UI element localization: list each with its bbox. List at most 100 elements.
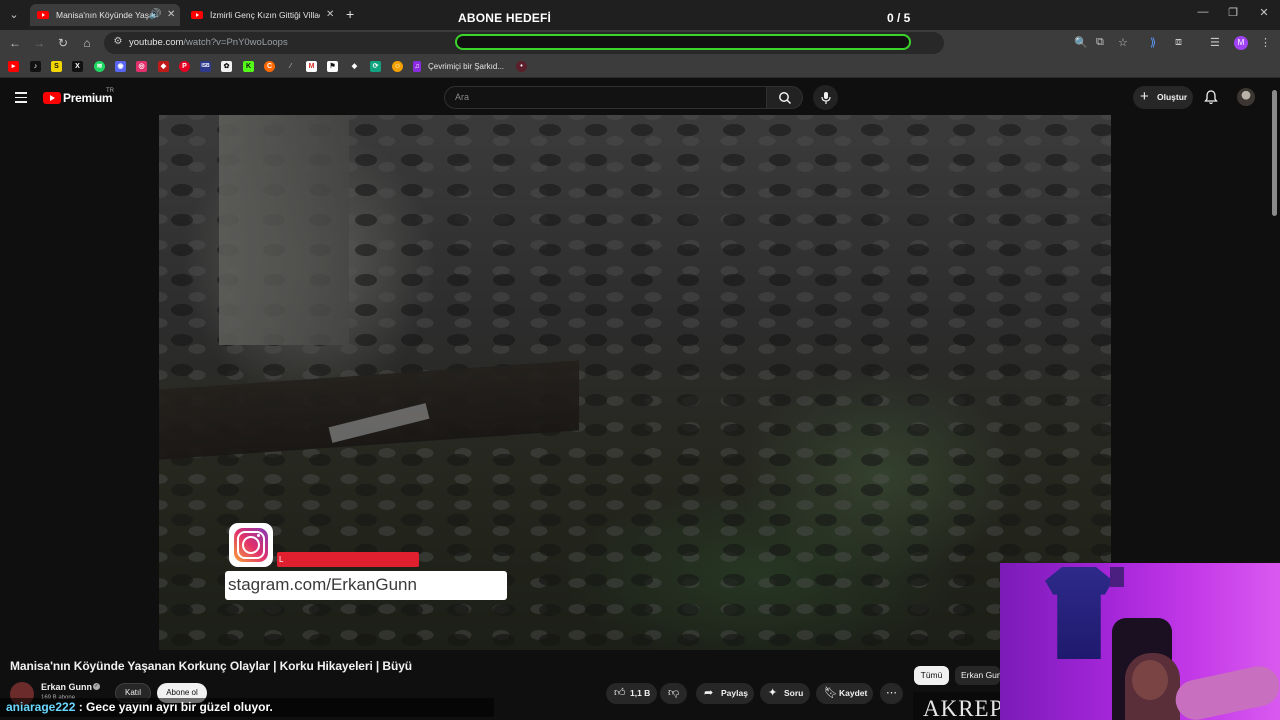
subscriber-goal-title: ABONE HEDEFİ bbox=[458, 11, 552, 25]
webcam-poster bbox=[1110, 567, 1124, 587]
bookmark-yellow-icon[interactable]: ☺ bbox=[392, 61, 403, 72]
more-actions-button[interactable]: ⋯ bbox=[880, 683, 903, 704]
youtube-logo-icon[interactable] bbox=[43, 92, 61, 104]
tab-title: İzmirli Genç Kızın Gittiği Villada bbox=[210, 10, 320, 20]
video-title: Manisa'nın Köyünde Yaşanan Korkunç Olayl… bbox=[10, 659, 413, 673]
forward-icon[interactable]: → bbox=[31, 36, 47, 50]
page-scrollbar[interactable] bbox=[1272, 90, 1277, 216]
bookmark-green-icon[interactable]: ⟳ bbox=[370, 61, 381, 72]
browser-menu-icon[interactable]: ⋮ bbox=[1260, 36, 1271, 49]
related-video-thumbnail-text[interactable]: AKREP bbox=[913, 692, 1003, 720]
youtube-favicon-icon bbox=[37, 11, 49, 19]
search-icon bbox=[779, 92, 792, 105]
bookmark-kick-icon[interactable]: K bbox=[243, 61, 254, 72]
bookmark-instagram-icon[interactable]: ◎ bbox=[136, 61, 147, 72]
tab-close-icon[interactable]: ✕ bbox=[326, 4, 334, 26]
bookmark-orange-icon[interactable]: C bbox=[264, 61, 275, 72]
like-count: 1,1 B bbox=[630, 688, 651, 698]
url-host: youtube.com bbox=[129, 37, 184, 48]
account-avatar[interactable] bbox=[1237, 88, 1255, 106]
thumbs-down-icon: 👎︎ bbox=[668, 687, 680, 699]
bookmark-dark-icon[interactable]: ⚑ bbox=[327, 61, 338, 72]
guide-menu-icon[interactable] bbox=[15, 92, 27, 103]
instagram-red-bar: L bbox=[277, 552, 419, 567]
stream-chat-message: aniarage222 : Gece yayını ayrı bir güzel… bbox=[0, 698, 494, 717]
ask-button[interactable]: ✦ Soru bbox=[760, 683, 810, 704]
bookmark-red-icon[interactable]: ◆ bbox=[158, 61, 169, 72]
chat-username: aniarage222 bbox=[6, 700, 76, 714]
profile-avatar[interactable]: M bbox=[1234, 36, 1248, 50]
install-app-icon[interactable]: ⧉ bbox=[1096, 36, 1104, 49]
tab-izmirli-video[interactable]: İzmirli Genç Kızın Gittiği Villada ✕ bbox=[184, 4, 340, 26]
bookmark-save-icon: 🔖︎ bbox=[824, 687, 838, 699]
reading-list-icon[interactable]: ☰ bbox=[1210, 36, 1220, 49]
bookmark-song-label[interactable]: Çevrimiçi bir Şarkıd... bbox=[428, 62, 504, 71]
webcam-streamer-head bbox=[1132, 660, 1168, 700]
voice-search-button[interactable] bbox=[813, 85, 838, 110]
bookmark-diamond-icon[interactable]: ◆ bbox=[349, 61, 360, 72]
site-info-icon[interactable]: ⚙ bbox=[110, 36, 126, 47]
tab-audio-icon[interactable]: 🔊 bbox=[149, 4, 161, 26]
bookmark-gmail-icon[interactable]: M bbox=[306, 61, 317, 72]
webcam-hanging-jersey bbox=[1045, 567, 1113, 659]
thumbs-up-icon: 👍︎ bbox=[614, 687, 626, 699]
ask-label: Soru bbox=[784, 688, 804, 698]
like-button[interactable]: 👍︎ 1,1 B bbox=[606, 683, 657, 704]
share-label: Paylaş bbox=[721, 688, 748, 698]
tab-close-icon[interactable]: ✕ bbox=[167, 4, 175, 26]
bookmark-tiktok-icon[interactable]: ♪ bbox=[30, 61, 41, 72]
chat-text: : Gece yayını ayrı bir güzel oluyor. bbox=[75, 700, 273, 714]
tab-manisa-video[interactable]: Manisa'nın Köyünde Yaşanan Korkunç Olayl… bbox=[30, 4, 180, 26]
back-icon[interactable]: ← bbox=[7, 36, 23, 50]
extensions-puzzle-icon[interactable]: ⧈ bbox=[1175, 36, 1182, 49]
subscriber-goal-count: 0 / 5 bbox=[887, 11, 911, 25]
search-placeholder: Ara bbox=[455, 92, 470, 102]
bookmark-star-icon[interactable]: ☆ bbox=[1118, 36, 1128, 49]
url-text[interactable]: youtube.com/watch?v=PnY0woLoops bbox=[129, 37, 288, 48]
microphone-icon bbox=[821, 92, 831, 104]
chip-channel[interactable]: Erkan Gun bbox=[955, 666, 1000, 685]
close-window-icon[interactable]: ✕ bbox=[1254, 6, 1274, 19]
video-player[interactable] bbox=[159, 115, 1111, 650]
youtube-brand-label[interactable]: Premium bbox=[63, 91, 113, 105]
search-input[interactable] bbox=[444, 86, 767, 109]
sparkle-icon: ✦ bbox=[768, 687, 778, 699]
subscriber-goal-progress-bar bbox=[455, 34, 911, 50]
bookmarks-bar bbox=[0, 56, 1280, 78]
verified-badge-icon: ✓ bbox=[93, 683, 100, 690]
reload-icon[interactable]: ↻ bbox=[55, 36, 71, 50]
channel-name[interactable]: Erkan Gunn bbox=[41, 682, 92, 692]
bookmark-youtube-icon[interactable]: ▸ bbox=[8, 61, 19, 72]
chip-all[interactable]: Tümü bbox=[914, 666, 949, 685]
bookmark-pinterest-icon[interactable]: P bbox=[179, 61, 190, 72]
bookmark-chatgpt-icon[interactable]: ✿ bbox=[221, 61, 232, 72]
dislike-button[interactable]: 👎︎ bbox=[660, 683, 687, 704]
share-arrow-icon: ➦ bbox=[704, 687, 714, 699]
instagram-logo-icon bbox=[229, 523, 273, 567]
new-tab-button[interactable]: + bbox=[346, 6, 354, 22]
bookmark-x-icon[interactable]: X bbox=[72, 61, 83, 72]
url-path: /watch?v=PnY0woLoops bbox=[183, 37, 288, 48]
bookmark-slash-icon[interactable]: ⁄ bbox=[285, 61, 296, 72]
bookmark-blue-icon[interactable]: ISB bbox=[200, 61, 211, 72]
bookmark-spotify-icon[interactable]: ≋ bbox=[94, 61, 105, 72]
video-frame-pillar bbox=[219, 115, 349, 345]
bookmark-song-icon[interactable]: ♫ bbox=[413, 61, 421, 72]
tab-search-chevron-icon[interactable]: ⌄ bbox=[4, 5, 24, 25]
zoom-icon[interactable]: 🔍 bbox=[1074, 36, 1088, 49]
webcam-streamer-arm bbox=[1171, 662, 1280, 720]
tab-title: Manisa'nın Köyünde Yaşanan Korkunç Olayl… bbox=[56, 10, 156, 20]
more-dots-icon: ⋯ bbox=[886, 687, 897, 699]
share-button[interactable]: ➦ Paylaş bbox=[696, 683, 754, 704]
notifications-bell-icon[interactable] bbox=[1204, 90, 1218, 105]
save-button[interactable]: 🔖︎ Kaydet bbox=[816, 683, 873, 704]
home-icon[interactable]: ⌂ bbox=[79, 36, 95, 50]
bookmark-discord-icon[interactable]: ◉ bbox=[115, 61, 126, 72]
bookmark-s-icon[interactable]: S bbox=[51, 61, 62, 72]
instagram-url-label: stagram.com/ErkanGunn bbox=[225, 571, 507, 600]
extension-icon[interactable]: ⟫ bbox=[1150, 36, 1156, 49]
restore-window-icon[interactable]: ❐ bbox=[1223, 6, 1243, 19]
bookmark-last-icon[interactable]: • bbox=[516, 61, 527, 72]
minimize-window-icon[interactable]: — bbox=[1193, 6, 1213, 18]
search-button[interactable] bbox=[767, 86, 803, 109]
